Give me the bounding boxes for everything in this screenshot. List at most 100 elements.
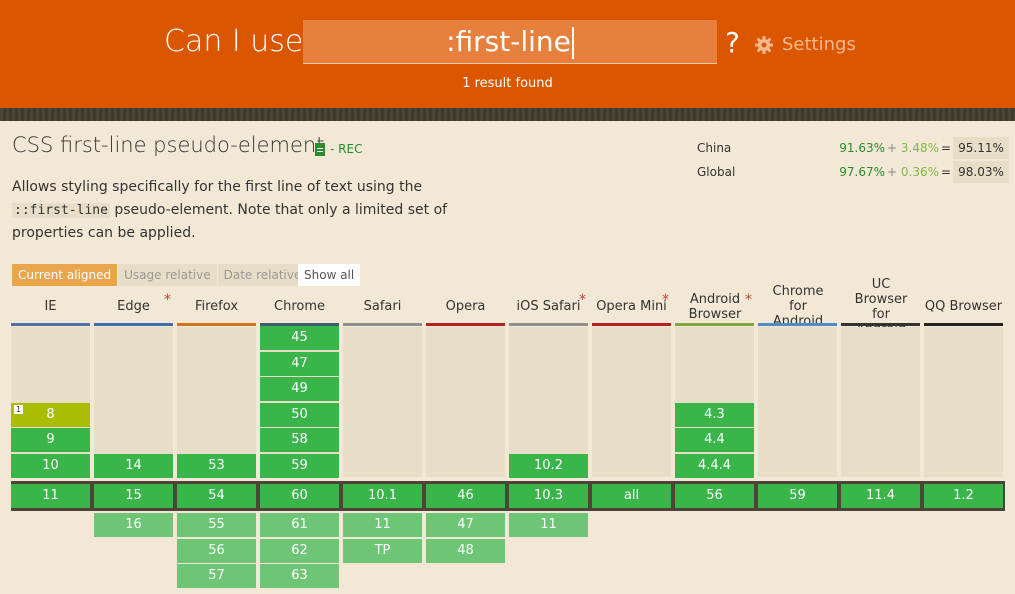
usage-equals: = [940, 141, 952, 155]
future-version-cell[interactable]: 55 [177, 513, 256, 537]
version-cell[interactable]: 14 [94, 453, 173, 478]
browser-column-uc-browser-for-android: UC Browser for Android 11.4 [841, 277, 920, 594]
browser-name[interactable]: iOS Safari [509, 290, 588, 323]
browser-column-chrome: Chrome 45 47 49 50 58 59 60 61 62 63 [260, 290, 339, 594]
version-cell[interactable]: 10.2 [509, 453, 588, 478]
current-version-cell[interactable]: 15 [94, 484, 173, 508]
support-table: IE 8 1 9 10 11 Edge * 14 15 16 Firefox 53 54 55 56 57 Chr… [11, 277, 1005, 594]
past-versions-area [343, 327, 422, 477]
browser-column-qq-browser: QQ Browser 1.2 [924, 290, 1003, 594]
note-badge: 1 [14, 404, 24, 414]
usage-row-global: Global 97.67% + 0.36% = 98.03% [697, 160, 1009, 184]
browser-name[interactable]: Chrome [260, 290, 339, 323]
version-cell[interactable]: 53 [177, 453, 256, 478]
browser-name[interactable]: Opera Mini [592, 290, 671, 323]
browser-name[interactable]: Opera [426, 290, 505, 323]
version-cell[interactable]: 4.3 [675, 402, 754, 427]
past-versions-area [841, 327, 920, 477]
current-version-cell[interactable]: 11 [11, 484, 90, 508]
version-cell[interactable]: 59 [260, 453, 339, 478]
feature-title[interactable]: CSS first-line pseudo-element [12, 133, 324, 157]
settings-button[interactable]: Settings [754, 34, 856, 55]
show-all-button[interactable]: Show all [298, 264, 361, 286]
version-cell[interactable]: 9 [11, 428, 90, 452]
future-version-cell[interactable]: 62 [260, 538, 339, 563]
search-value: :first-line [446, 25, 571, 58]
current-version-cell[interactable]: 54 [177, 484, 256, 508]
tab-date-relative[interactable]: Date relative [217, 264, 308, 286]
browser-column-edge: Edge * 14 15 16 [94, 290, 173, 594]
usage-region[interactable]: China [697, 141, 837, 155]
usage-partial: 0.36% [900, 165, 939, 179]
browser-column-ie: IE 8 1 9 10 11 [11, 290, 90, 594]
view-tabs: Current aligned Usage relative Date rela… [12, 264, 308, 286]
browser-name[interactable]: Safari [343, 290, 422, 323]
browser-underline [841, 323, 920, 326]
future-version-cell[interactable]: 47 [426, 513, 505, 537]
tab-current-aligned[interactable]: Current aligned [12, 264, 118, 286]
future-version-cell[interactable]: 11 [343, 513, 422, 537]
browser-underline [924, 323, 1003, 326]
usage-region[interactable]: Global [697, 165, 837, 179]
future-version-cell[interactable]: 57 [177, 564, 256, 588]
settings-label: Settings [782, 34, 856, 55]
future-version-cell[interactable]: 16 [94, 513, 173, 537]
spec-status[interactable]: - REC [315, 142, 362, 156]
browser-name[interactable]: UC Browser for Android [847, 277, 915, 337]
version-cell[interactable]: 81 [11, 402, 90, 427]
past-versions-area [758, 327, 837, 477]
version-cell[interactable]: 47 [260, 351, 339, 376]
current-version-cell[interactable]: 11.4 [841, 484, 920, 508]
version-cell[interactable]: 45 [260, 326, 339, 350]
browser-name[interactable]: QQ Browser [924, 290, 1003, 323]
browser-underline [592, 323, 671, 326]
desc-text-before: Allows styling specifically for the firs… [12, 179, 423, 195]
feature-description: Allows styling specifically for the firs… [12, 176, 482, 245]
browser-underline [11, 323, 90, 326]
version-cell[interactable]: 4.4 [675, 428, 754, 452]
notes-asterisk[interactable]: * [579, 292, 586, 308]
version-cell[interactable]: 49 [260, 377, 339, 401]
desc-code: ::first-line [12, 203, 110, 218]
search-input[interactable]: :first-line [303, 20, 717, 64]
usage-equals: = [940, 165, 952, 179]
current-version-cell[interactable]: 10.3 [509, 484, 588, 508]
version-cell[interactable]: 50 [260, 402, 339, 427]
current-version-cell[interactable]: 46 [426, 484, 505, 508]
current-version-cell[interactable]: all [592, 484, 671, 508]
browser-name[interactable]: Chrome for Android [764, 284, 832, 329]
usage-plus: + [886, 141, 898, 155]
current-version-cell[interactable]: 10.1 [343, 484, 422, 508]
current-version-cell[interactable]: 56 [675, 484, 754, 508]
browser-name[interactable]: Android Browser [681, 290, 749, 323]
browser-underline [509, 323, 588, 326]
version-cell[interactable]: 58 [260, 428, 339, 452]
future-version-cell[interactable]: 63 [260, 564, 339, 588]
browser-name[interactable]: Edge [94, 290, 173, 323]
future-version-cell[interactable]: 56 [177, 538, 256, 563]
future-version-cell[interactable]: 61 [260, 513, 339, 537]
future-version-cell[interactable]: 48 [426, 538, 505, 563]
browser-name[interactable]: IE [11, 290, 90, 323]
notes-asterisk[interactable]: * [662, 292, 669, 308]
current-version-cell[interactable]: 1.2 [924, 484, 1003, 508]
current-version-cell[interactable]: 59 [758, 484, 837, 508]
browser-underline [426, 323, 505, 326]
usage-supported: 91.63% [839, 141, 885, 155]
browser-underline [343, 323, 422, 326]
browser-underline [94, 323, 173, 326]
usage-total: 98.03% [953, 161, 1009, 183]
help-link[interactable]: ? [725, 26, 740, 59]
past-versions-area [426, 327, 505, 477]
future-version-cell[interactable]: 11 [509, 513, 588, 537]
notes-asterisk[interactable]: * [745, 292, 752, 308]
current-version-cell[interactable]: 60 [260, 484, 339, 508]
browser-name[interactable]: Firefox [177, 290, 256, 323]
future-version-cell[interactable]: TP [343, 538, 422, 563]
version-cell[interactable]: 10 [11, 453, 90, 478]
tab-usage-relative[interactable]: Usage relative [118, 264, 217, 286]
site-brand[interactable]: Can I use [164, 24, 303, 59]
notes-asterisk[interactable]: * [164, 292, 171, 308]
version-cell[interactable]: 4.4.4 [675, 453, 754, 478]
spec-label: - REC [330, 142, 363, 156]
